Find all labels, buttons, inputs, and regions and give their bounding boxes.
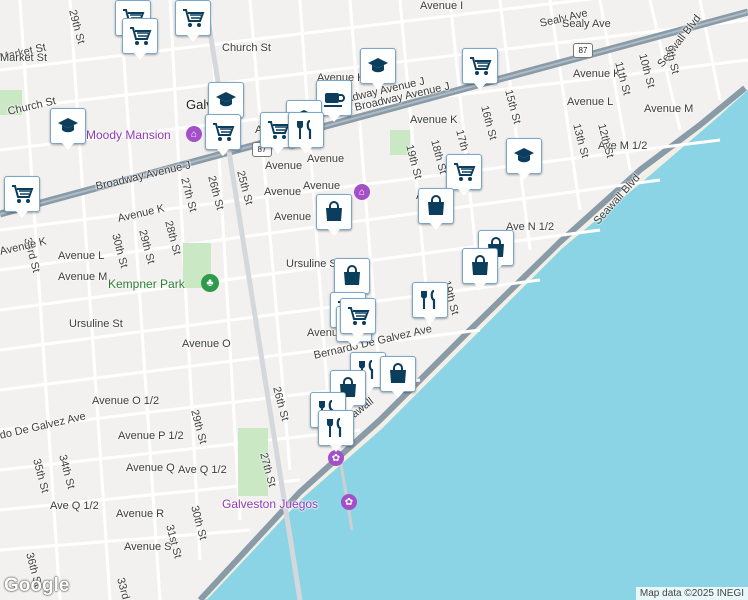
moody-mansion-label[interactable]: Moody Mansion (86, 128, 171, 142)
highway-shield: 87 (573, 43, 593, 58)
map-marker[interactable] (446, 154, 482, 196)
galveston-juegos-label[interactable]: Galveston Juegos (222, 497, 318, 511)
school-icon (216, 92, 236, 107)
park-icon[interactable]: ♣ (201, 274, 219, 292)
street-label: Avenue L (567, 96, 614, 108)
map-marker[interactable] (412, 282, 448, 324)
attraction-icon[interactable]: ✿ (341, 494, 357, 510)
cart-icon (470, 57, 492, 75)
street-label: Avenue M (58, 271, 108, 283)
cart-icon (348, 307, 370, 325)
attribution[interactable]: Map data ©2025 INEGI (635, 587, 748, 600)
attraction-icon[interactable]: ✿ (328, 450, 344, 466)
bag-icon (390, 363, 406, 383)
map-marker[interactable] (316, 194, 352, 236)
street-label: Church St (222, 42, 271, 54)
restaurant-icon (297, 119, 312, 139)
map-marker[interactable] (360, 48, 396, 90)
museum-icon[interactable]: ⌂ (354, 184, 370, 200)
street-label: Avenue L (58, 250, 105, 262)
restaurant-icon (421, 289, 436, 309)
map-marker[interactable] (288, 112, 324, 154)
cafe-icon (324, 93, 345, 107)
street-label: Avenue (265, 160, 303, 172)
street-label: Avenue I (420, 0, 464, 12)
street-label: Ave Q 1/2 (50, 500, 99, 512)
street-label: Avenue K (410, 114, 458, 126)
bag-icon (472, 255, 488, 275)
map-canvas[interactable]: 29th St Market St Church St Church St Avenue… (0, 0, 748, 600)
map-marker[interactable] (418, 188, 454, 230)
map-marker[interactable] (122, 18, 158, 60)
map-marker[interactable] (340, 298, 376, 340)
street-label: Ave Q 1/2 (178, 464, 227, 476)
map-marker[interactable] (506, 138, 542, 180)
map-marker[interactable] (334, 258, 370, 300)
street-label: Avenue S (124, 541, 172, 553)
map-marker[interactable] (462, 248, 498, 290)
street-label: Avenue P 1/2 (118, 430, 184, 442)
street-label: Avenue O 1/2 (92, 395, 160, 407)
street-label: Ursuline St (69, 318, 123, 330)
cart-icon (12, 185, 34, 203)
cart-icon (183, 9, 205, 27)
cart-icon (130, 27, 152, 45)
school-icon (514, 148, 534, 163)
map-marker[interactable] (318, 410, 354, 452)
map-marker[interactable] (4, 176, 40, 218)
street-label: Avenue Q (126, 462, 175, 474)
bag-icon (428, 195, 444, 215)
bag-icon (344, 265, 360, 285)
kempner-park-label[interactable]: Kempner Park (108, 277, 185, 291)
school-icon (368, 58, 388, 73)
street-label: Avenue M (644, 103, 694, 115)
map-marker[interactable] (205, 114, 241, 156)
map-marker[interactable] (175, 0, 211, 42)
restaurant-icon (327, 417, 342, 437)
bag-icon (326, 201, 342, 221)
street-label: Market St (0, 52, 48, 64)
street-label: Sealy Ave (562, 18, 611, 30)
street-label: Avenue (274, 211, 312, 223)
school-icon (58, 118, 78, 133)
street-label: Avenue R (116, 508, 165, 520)
cart-icon (268, 121, 290, 139)
map-marker[interactable] (208, 82, 244, 124)
cart-icon (454, 163, 476, 181)
google-logo: Google (4, 575, 70, 596)
cart-icon (213, 123, 235, 141)
street-label: Avenue O (182, 338, 231, 350)
street-label: Avenue (303, 180, 341, 192)
street-label: Avenue (264, 186, 302, 198)
map-marker[interactable] (462, 48, 498, 90)
map-marker[interactable] (380, 356, 416, 398)
street-label: Avenue (307, 153, 345, 165)
museum-icon[interactable]: ⌂ (186, 126, 202, 142)
street-label: Ursuline St (286, 258, 340, 270)
map-marker[interactable] (50, 108, 86, 150)
